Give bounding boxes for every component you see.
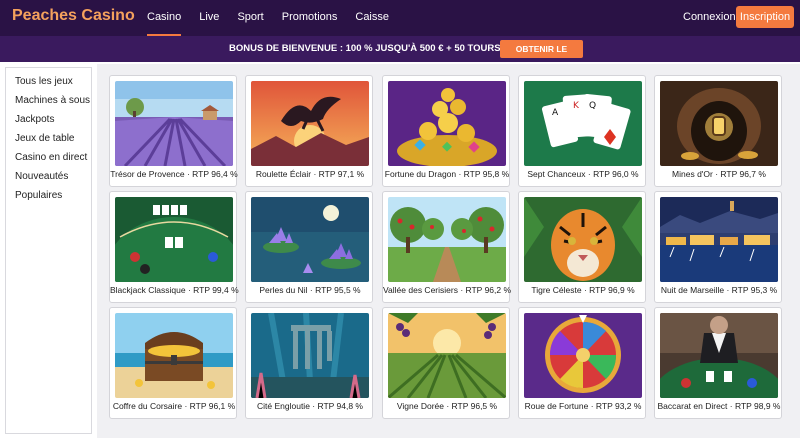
nav-live[interactable]: Live — [199, 0, 219, 36]
bonus-banner: BONUS DE BIENVENUE : 100 % JUSQU'À 500 €… — [0, 36, 800, 72]
game-card[interactable]: Nuit de Marseille · RTP 95,3 % — [654, 191, 782, 303]
game-title: Nuit de Marseille · RTP 95,3 % — [660, 285, 778, 295]
game-thumbnail-wheel — [524, 313, 642, 398]
game-card[interactable]: Fortune du Dragon · RTP 95,8 % — [382, 75, 510, 187]
sidebar-item-live-casino[interactable]: Casino en direct — [15, 152, 87, 163]
game-thumbnail-sunken — [251, 313, 369, 398]
nav-casino[interactable]: Casino — [147, 0, 182, 36]
game-thumbnail-harbor — [660, 197, 778, 282]
game-thumbnail-coins — [388, 81, 506, 166]
main-nav: Casino Live Sport Promotions Caisse — [147, 0, 407, 36]
sidebar-item-jackpots[interactable]: Jackpots — [15, 114, 54, 125]
sidebar-item-new[interactable]: Nouveautés — [15, 171, 68, 182]
game-grid: Trésor de Provence · RTP 96,4 % Roulette… — [97, 64, 800, 438]
game-title: Coffre du Corsaire · RTP 96,1 % — [112, 401, 236, 411]
game-thumbnail-blackjack — [115, 197, 233, 282]
game-card[interactable]: Roue de Fortune · RTP 93,2 % — [518, 307, 646, 419]
game-title: Perles du Nil · RTP 95,5 % — [259, 285, 361, 295]
login-link[interactable]: Connexion — [683, 11, 736, 23]
game-thumbnail-cherry — [388, 197, 506, 282]
game-title: Trésor de Provence · RTP 96,4 % — [110, 169, 238, 179]
game-card[interactable]: Vallée des Cerisiers · RTP 96,2 % — [382, 191, 512, 303]
game-title: Vallée des Cerisiers · RTP 96,2 % — [383, 285, 512, 295]
game-thumbnail-chest — [115, 313, 233, 398]
game-title: Roulette Éclair · RTP 97,1 % — [255, 169, 365, 179]
game-card[interactable]: A K Q Sept Chanceux · RTP 96,0 % — [518, 75, 646, 187]
sidebar-item-table-games[interactable]: Jeux de table — [15, 133, 75, 144]
game-title: Cité Engloutie · RTP 94,8 % — [257, 401, 363, 411]
sidebar-item-slots[interactable]: Machines à sous — [15, 95, 90, 106]
game-title: Blackjack Classique · RTP 99,4 % — [110, 285, 239, 295]
game-card[interactable]: Baccarat en Direct · RTP 98,9 % — [654, 307, 782, 419]
game-card[interactable]: Vigne Dorée · RTP 96,5 % — [382, 307, 510, 419]
game-card[interactable]: Mines d'Or · RTP 96,7 % — [654, 75, 782, 187]
svg-text:A: A — [552, 108, 559, 118]
game-thumbnail-cards: A K Q — [524, 81, 642, 166]
game-thumbnail-lavender — [115, 81, 233, 166]
game-card[interactable]: Roulette Éclair · RTP 97,1 % — [245, 75, 373, 187]
nav-caisse[interactable]: Caisse — [355, 0, 389, 36]
game-thumbnail-mine — [660, 81, 778, 166]
game-title: Roue de Fortune · RTP 93,2 % — [524, 401, 642, 411]
game-title: Mines d'Or · RTP 96,7 % — [672, 169, 766, 179]
game-card[interactable]: Coffre du Corsaire · RTP 96,1 % — [109, 307, 237, 419]
game-title: Fortune du Dragon · RTP 95,8 % — [384, 169, 510, 179]
game-title: Baccarat en Direct · RTP 98,9 % — [657, 401, 781, 411]
game-card[interactable]: Tigre Céleste · RTP 96,9 % — [518, 191, 646, 303]
game-card[interactable]: Cité Engloutie · RTP 94,8 % — [245, 307, 373, 419]
category-sidebar: Tous les jeux Machines à sous Jackpots J… — [5, 67, 92, 434]
svg-text:Q: Q — [589, 101, 596, 111]
game-thumbnail-lotus — [251, 197, 369, 282]
game-thumbnail-vineyard — [388, 313, 506, 398]
game-title: Tigre Céleste · RTP 96,9 % — [531, 285, 635, 295]
top-header: Peaches Casino Casino Live Sport Promoti… — [0, 0, 800, 36]
game-title: Vigne Dorée · RTP 96,5 % — [396, 401, 498, 411]
nav-promotions[interactable]: Promotions — [282, 0, 338, 36]
logo[interactable]: Peaches Casino — [12, 7, 135, 25]
game-card[interactable]: Trésor de Provence · RTP 96,4 % — [109, 75, 238, 187]
sidebar-item-all-games[interactable]: Tous les jeux — [15, 76, 73, 87]
game-thumbnail-baccarat — [660, 313, 778, 398]
signup-button[interactable]: Inscription — [736, 6, 794, 28]
game-card[interactable]: Perles du Nil · RTP 95,5 % — [245, 191, 373, 303]
game-title: Sept Chanceux · RTP 96,0 % — [527, 169, 639, 179]
nav-sport[interactable]: Sport — [237, 0, 263, 36]
get-bonus-button[interactable]: OBTENIR LE BONUS — [500, 40, 583, 72]
game-thumbnail-dragon — [251, 81, 369, 166]
game-thumbnail-tiger — [524, 197, 642, 282]
game-card[interactable]: Blackjack Classique · RTP 99,4 % — [109, 191, 239, 303]
sidebar-item-popular[interactable]: Populaires — [15, 190, 62, 201]
